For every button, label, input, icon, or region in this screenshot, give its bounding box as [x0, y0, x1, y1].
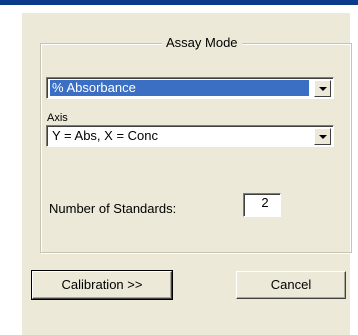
number-of-standards-label: Number of Standards:: [49, 201, 177, 216]
axis-selected-value: Y = Abs, X = Conc: [52, 128, 158, 143]
axis-label: Axis: [47, 112, 68, 124]
assay-mode-dropdown-button[interactable]: [314, 80, 331, 97]
axis-dropdown-button[interactable]: [314, 128, 331, 145]
chevron-down-icon: [319, 135, 327, 139]
number-of-standards-input[interactable]: 2: [243, 193, 281, 217]
groupbox-title: Assay Mode: [162, 35, 242, 51]
calibration-button[interactable]: Calibration >>: [31, 270, 173, 300]
chevron-down-icon: [319, 87, 327, 91]
axis-dropdown[interactable]: Y = Abs, X = Conc: [46, 125, 334, 147]
assay-mode-dialog: Assay Mode % Absorbance Axis Y = Abs, X …: [0, 0, 358, 335]
assay-mode-groupbox: [40, 43, 352, 253]
assay-mode-selected-value: % Absorbance: [50, 80, 309, 96]
assay-mode-dropdown[interactable]: % Absorbance: [46, 77, 334, 99]
dialog-panel: Assay Mode % Absorbance Axis Y = Abs, X …: [22, 13, 352, 335]
cancel-button[interactable]: Cancel: [236, 271, 346, 299]
